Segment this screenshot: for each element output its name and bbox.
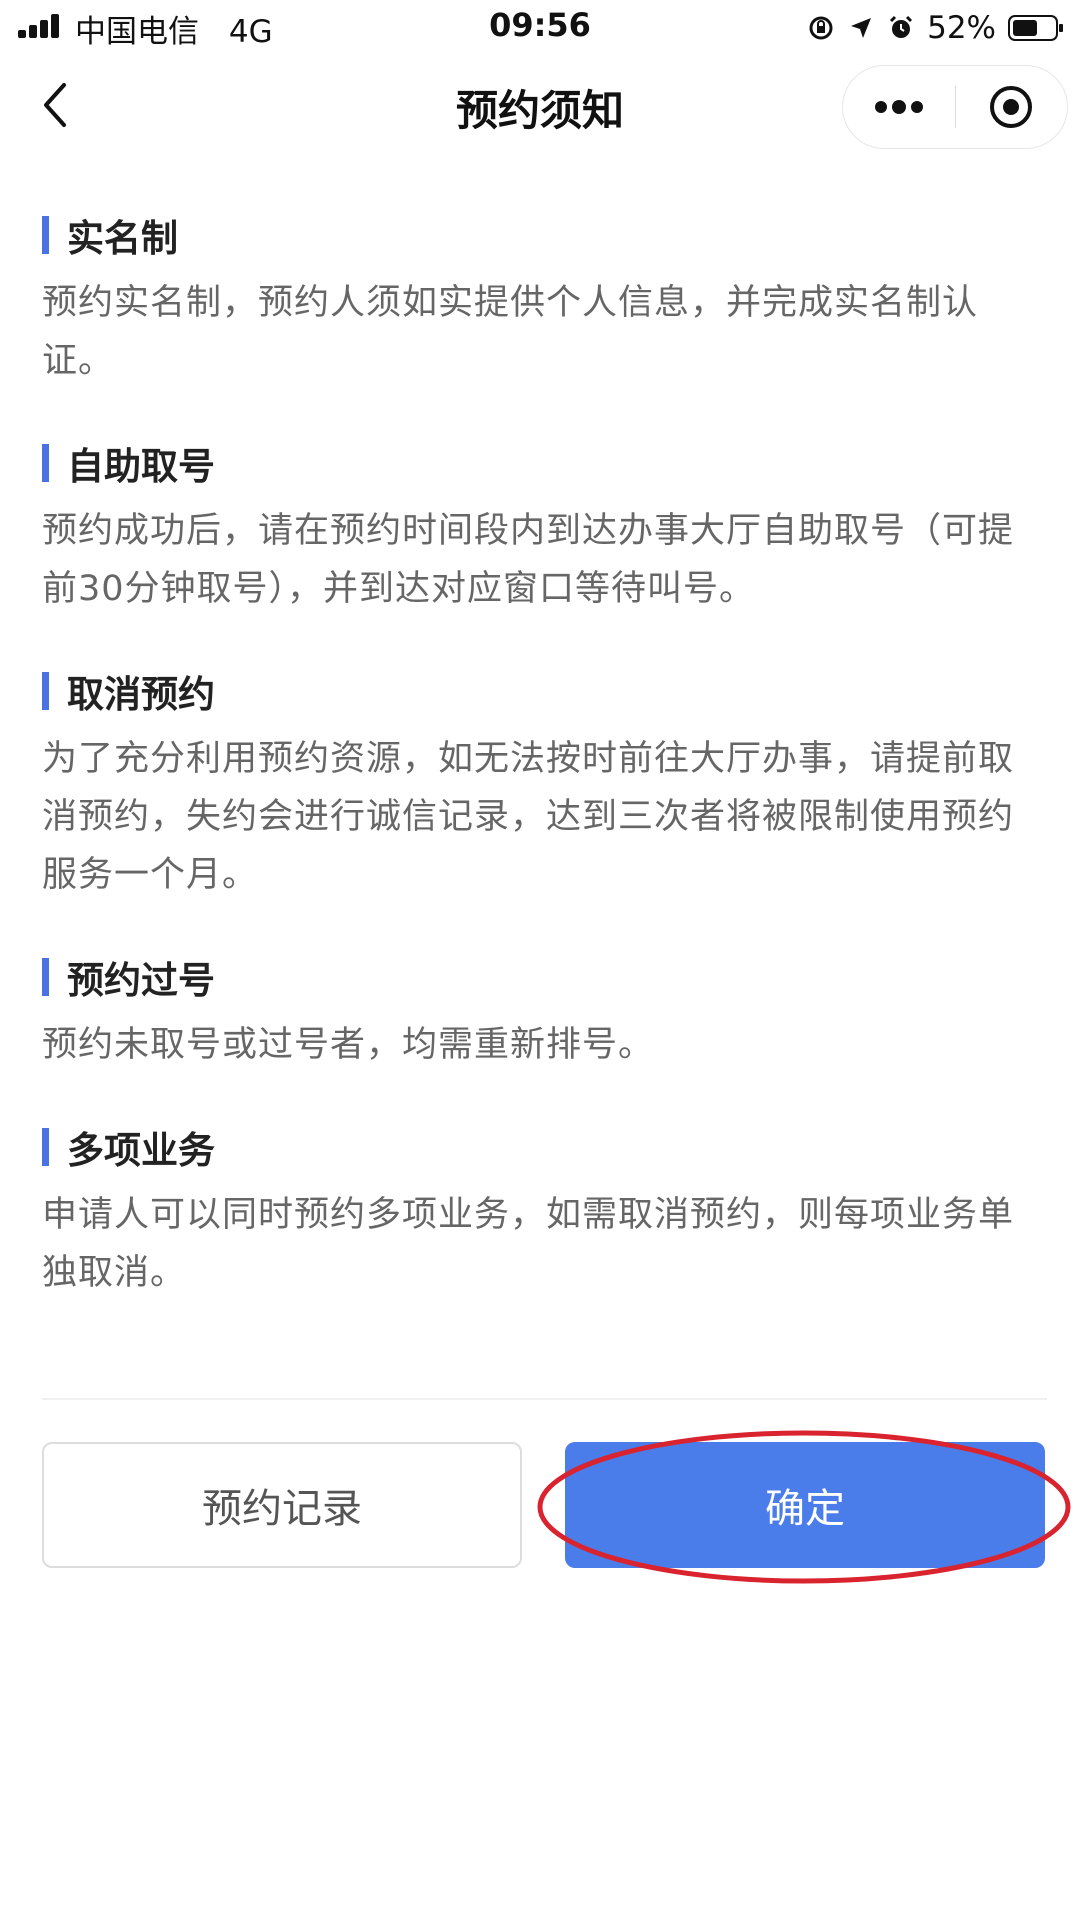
notice-section: 实名制 预约实名制，预约人须如实提供个人信息，并完成实名制认证。 <box>42 210 1032 390</box>
notice-section: 多项业务 申请人可以同时预约多项业务，如需取消预约，则每项业务单独取消。 <box>42 1122 1032 1302</box>
heading-accent-bar <box>42 216 49 254</box>
confirm-button[interactable]: 确定 <box>565 1442 1045 1568</box>
section-heading: 自助取号 <box>42 438 1032 488</box>
close-button[interactable] <box>955 66 1067 148</box>
heading-accent-bar <box>42 444 49 482</box>
notice-section: 自助取号 预约成功后，请在预约时间段内到达办事大厅自助取号（可提前30分钟取号）… <box>42 438 1032 618</box>
section-title: 实名制 <box>67 217 178 260</box>
orientation-lock-icon <box>809 16 833 40</box>
alarm-icon <box>890 15 913 38</box>
section-title: 自助取号 <box>67 445 215 488</box>
notice-content: 实名制 预约实名制，预约人须如实提供个人信息，并完成实名制认证。 自助取号 预约… <box>42 210 1032 1350</box>
divider <box>42 1398 1047 1400</box>
section-heading: 取消预约 <box>42 666 1032 716</box>
section-heading: 实名制 <box>42 210 1032 260</box>
section-heading: 多项业务 <box>42 1122 1032 1172</box>
battery-icon <box>1008 15 1063 41</box>
notice-section: 取消预约 为了充分利用预约资源，如无法按时前往大厅办事，请提前取消预约，失约会进… <box>42 666 1032 904</box>
screen: 中国电信 4G 09:56 52% 预约须知 实名制 预约实名制，预约人须如实提… <box>0 0 1080 1920</box>
battery-percent: 52% <box>927 10 996 46</box>
status-icons: 52% <box>807 8 1064 48</box>
heading-accent-bar <box>42 672 49 710</box>
section-title: 取消预约 <box>67 673 215 716</box>
status-bar: 中国电信 4G 09:56 52% <box>0 0 1080 55</box>
more-button[interactable] <box>843 66 955 148</box>
mini-program-capsule <box>842 65 1068 149</box>
section-body: 申请人可以同时预约多项业务，如需取消预约，则每项业务单独取消。 <box>42 1195 1015 1293</box>
booking-records-button[interactable]: 预约记录 <box>42 1442 522 1568</box>
location-icon <box>851 18 872 38</box>
section-body: 预约成功后，请在预约时间段内到达办事大厅自助取号（可提前30分钟取号），并到达对… <box>42 511 1015 609</box>
section-body: 预约未取号或过号者，均需重新排号。 <box>42 1025 655 1065</box>
nav-bar: 预约须知 <box>0 55 1080 155</box>
section-body: 预约实名制，预约人须如实提供个人信息，并完成实名制认证。 <box>42 283 979 381</box>
heading-accent-bar <box>42 1128 49 1166</box>
more-dots-icon <box>875 100 923 114</box>
section-heading: 预约过号 <box>42 952 1032 1002</box>
section-title: 多项业务 <box>67 1129 215 1172</box>
section-body: 为了充分利用预约资源，如无法按时前往大厅办事，请提前取消预约，失约会进行诚信记录… <box>42 739 1015 895</box>
section-title: 预约过号 <box>67 959 215 1002</box>
target-close-icon <box>990 86 1032 128</box>
notice-section: 预约过号 预约未取号或过号者，均需重新排号。 <box>42 952 1032 1074</box>
heading-accent-bar <box>42 958 49 996</box>
